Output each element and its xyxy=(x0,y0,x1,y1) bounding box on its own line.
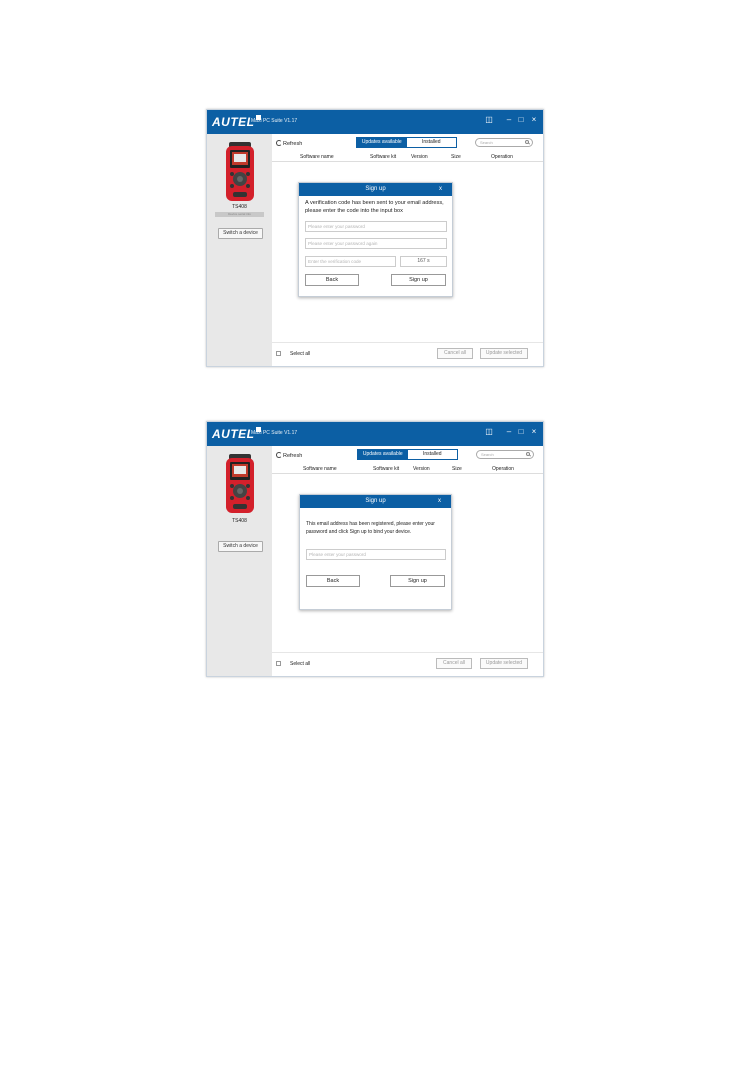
update-selected-button[interactable]: Update selected xyxy=(480,658,528,669)
column-operation: Operation xyxy=(492,466,514,472)
cancel-all-button[interactable]: Cancel all xyxy=(436,658,472,669)
refresh-icon xyxy=(276,452,282,458)
switch-device-button[interactable]: Switch a device xyxy=(218,228,263,239)
device-image xyxy=(226,142,254,201)
column-operation: Operation xyxy=(491,154,513,160)
password-field[interactable]: Please enter your password xyxy=(306,549,446,560)
tab-updates-available[interactable]: Updates available xyxy=(357,138,407,147)
select-all-checkbox[interactable] xyxy=(276,661,281,666)
search-input[interactable]: Search xyxy=(476,450,534,459)
dialog-message: This email address has been registered, … xyxy=(306,521,435,535)
device-name: TS408 xyxy=(232,204,247,210)
dialog-close-icon[interactable]: x xyxy=(438,498,441,504)
table-header: Software name Software kit Version Size … xyxy=(272,152,543,162)
column-version: Version xyxy=(413,466,430,472)
footer-bar: Select all Cancel all Update selected xyxy=(272,652,543,676)
dialog-title: Sign up xyxy=(365,186,386,192)
column-software-name: Software name xyxy=(300,154,334,160)
back-button[interactable]: Back xyxy=(306,575,360,587)
dialog-header: Sign up x xyxy=(300,495,451,508)
close-icon[interactable]: × xyxy=(528,427,540,437)
app-window-verification: AUTEL Maxi PC Suite V1.17 ◫ – □ × TS408 … xyxy=(206,109,544,367)
select-all-label: Select all xyxy=(290,661,311,667)
table-header: Software name Software kit Version Size … xyxy=(272,464,543,474)
column-software-kit: Software kit xyxy=(370,154,397,160)
countdown-timer: 167 s xyxy=(400,256,447,267)
select-all-checkbox[interactable] xyxy=(276,351,281,356)
refresh-button[interactable]: Refresh xyxy=(276,140,302,147)
search-icon xyxy=(525,140,529,144)
select-all-label: Select all xyxy=(290,351,311,357)
search-input[interactable]: Search xyxy=(475,138,533,147)
device-sidebar: TS408 Switch a device xyxy=(207,446,272,676)
column-software-kit: Software kit xyxy=(373,466,400,472)
tab-installed[interactable]: Installed xyxy=(406,138,456,147)
tab-updates-available[interactable]: Updates available xyxy=(358,450,408,459)
column-size: Size xyxy=(452,466,462,472)
app-title: Maxi PC Suite V1.17 xyxy=(251,118,298,124)
column-version: Version xyxy=(411,154,428,160)
refresh-button[interactable]: Refresh xyxy=(276,452,302,459)
minimize-icon[interactable]: – xyxy=(503,427,515,437)
update-selected-button[interactable]: Update selected xyxy=(480,348,528,359)
maximize-icon[interactable]: □ xyxy=(515,115,527,125)
cancel-all-button[interactable]: Cancel all xyxy=(437,348,473,359)
dialog-close-icon[interactable]: x xyxy=(439,186,442,192)
search-icon xyxy=(526,452,530,456)
footer-bar: Select all Cancel all Update selected xyxy=(272,342,543,366)
dialog-title: Sign up xyxy=(365,498,386,504)
device-sidebar: TS408 Device serial info Switch a device xyxy=(207,134,272,366)
signup-button[interactable]: Sign up xyxy=(391,274,446,286)
refresh-icon xyxy=(276,140,282,146)
signup-button[interactable]: Sign up xyxy=(390,575,445,587)
title-bar: AUTEL Maxi PC Suite V1.17 ◫ – □ × xyxy=(207,422,543,446)
dialog-message: A verification code has been sent to you… xyxy=(305,200,444,214)
verification-code-field[interactable]: Enter the verification code xyxy=(305,256,396,267)
column-size: Size xyxy=(451,154,461,160)
password-field[interactable]: Please enter your password xyxy=(305,221,447,232)
close-icon[interactable]: × xyxy=(528,115,540,125)
menu-icon[interactable]: ◫ xyxy=(483,427,495,437)
switch-device-button[interactable]: Switch a device xyxy=(218,541,263,552)
back-button[interactable]: Back xyxy=(305,274,359,286)
minimize-icon[interactable]: – xyxy=(503,115,515,125)
signup-dialog: Sign up x This email address has been re… xyxy=(299,494,452,610)
column-software-name: Software name xyxy=(303,466,337,472)
app-window-registered: AUTEL Maxi PC Suite V1.17 ◫ – □ × TS408 … xyxy=(206,421,544,677)
title-bar: AUTEL Maxi PC Suite V1.17 ◫ – □ × xyxy=(207,110,543,134)
menu-icon[interactable]: ◫ xyxy=(483,115,495,125)
device-name: TS408 xyxy=(232,518,247,524)
update-tabs: Updates available Installed xyxy=(357,449,458,460)
device-subtitle: Device serial info xyxy=(215,212,264,217)
device-image xyxy=(226,454,254,513)
dialog-header: Sign up x xyxy=(299,183,452,196)
app-title: Maxi PC Suite V1.17 xyxy=(251,430,298,436)
maximize-icon[interactable]: □ xyxy=(515,427,527,437)
update-tabs: Updates available Installed xyxy=(356,137,457,148)
confirm-password-field[interactable]: Please enter your password again xyxy=(305,238,447,249)
signup-dialog: Sign up x A verification code has been s… xyxy=(298,182,453,297)
tab-installed[interactable]: Installed xyxy=(407,450,457,459)
